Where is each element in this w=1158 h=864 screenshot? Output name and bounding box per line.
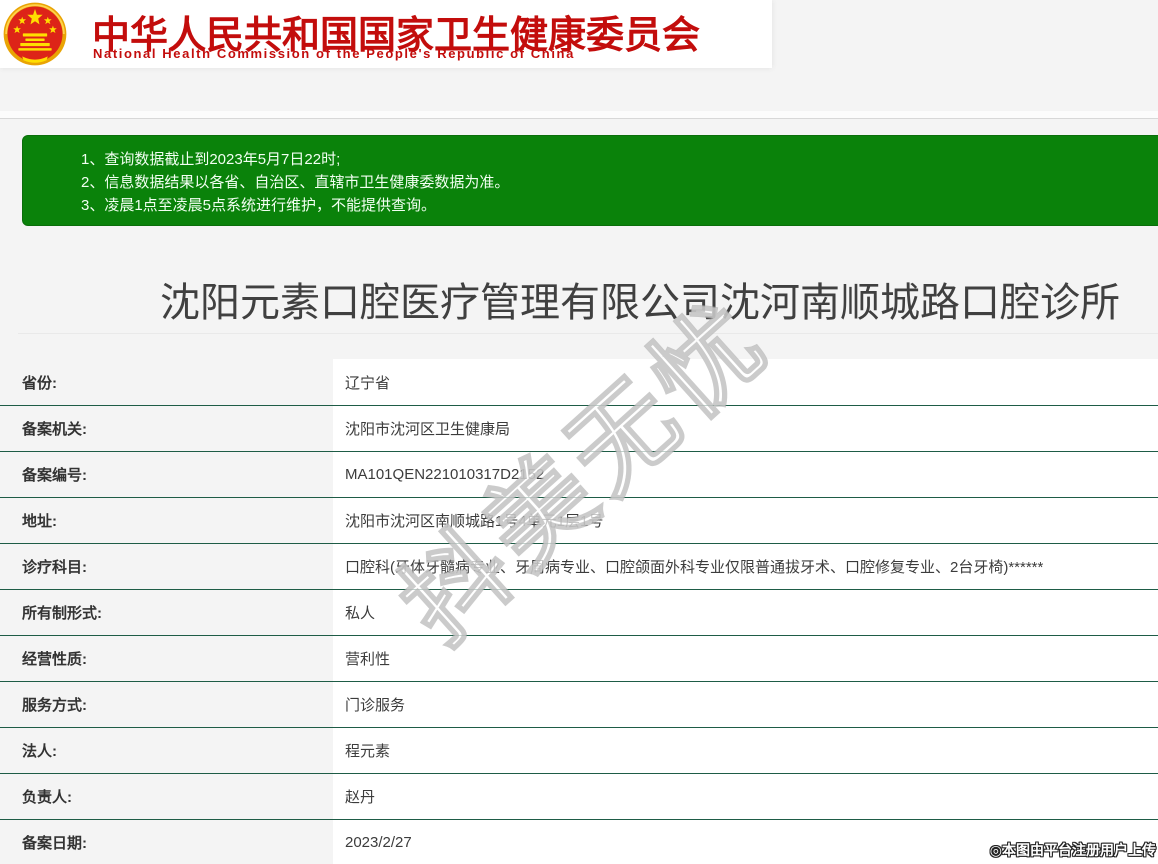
site-title-english: National Health Commission of the People… <box>93 46 575 61</box>
field-value: 门诊服务 <box>333 682 1158 727</box>
field-value: 辽宁省 <box>333 359 1158 405</box>
table-row-operating-nature: 经营性质: 营利性 <box>0 635 1158 681</box>
registration-info-table: 省份: 辽宁省 备案机关: 沈阳市沈河区卫生健康局 备案编号: MA101QEN… <box>0 359 1158 864</box>
field-label: 负责人: <box>0 774 333 819</box>
table-row-record-date: 备案日期: 2023/2/27 <box>0 819 1158 864</box>
table-row-record-authority: 备案机关: 沈阳市沈河区卫生健康局 <box>0 405 1158 451</box>
field-label: 法人: <box>0 728 333 773</box>
table-row-treatment-subjects: 诊疗科目: 口腔科(牙体牙髓病专业、牙周病专业、口腔颌面外科专业仅限普通拔牙术、… <box>0 543 1158 589</box>
field-value: 赵丹 <box>333 774 1158 819</box>
field-value: 沈阳市沈河区卫生健康局 <box>333 406 1158 451</box>
title-underline <box>18 333 1158 334</box>
field-label: 备案编号: <box>0 452 333 497</box>
field-label: 地址: <box>0 498 333 543</box>
table-row-ownership: 所有制形式: 私人 <box>0 589 1158 635</box>
field-value: 私人 <box>333 590 1158 635</box>
field-value: 营利性 <box>333 636 1158 681</box>
field-value: 程元素 <box>333 728 1158 773</box>
national-emblem-icon <box>3 2 67 66</box>
header-divider <box>0 111 1158 119</box>
table-row-person-in-charge: 负责人: 赵丹 <box>0 773 1158 819</box>
table-row-record-number: 备案编号: MA101QEN221010317D2152 <box>0 451 1158 497</box>
field-label: 备案机关: <box>0 406 333 451</box>
field-value: MA101QEN221010317D2152 <box>333 452 1158 497</box>
field-value: 沈阳市沈河区南顺城路1号4单元1层1号 <box>333 498 1158 543</box>
institution-name-title: 沈阳元素口腔医疗管理有限公司沈河南顺城路口腔诊所 <box>160 281 1120 325</box>
notice-line-2: 2、信息数据结果以各省、自治区、直辖市卫生健康委数据为准。 <box>81 174 510 191</box>
corner-watermark: ◎本图由平台注册用户上传 <box>989 842 1156 858</box>
table-row-address: 地址: 沈阳市沈河区南顺城路1号4单元1层1号 <box>0 497 1158 543</box>
field-value: 口腔科(牙体牙髓病专业、牙周病专业、口腔颌面外科专业仅限普通拔牙术、口腔修复专业… <box>333 544 1158 589</box>
table-row-service-mode: 服务方式: 门诊服务 <box>0 681 1158 727</box>
field-label: 诊疗科目: <box>0 544 333 589</box>
field-label: 备案日期: <box>0 820 333 864</box>
query-notice-box: 1、查询数据截止到2023年5月7日22时; 2、信息数据结果以各省、自治区、直… <box>22 135 1158 226</box>
field-label: 省份: <box>0 359 333 405</box>
notice-line-3: 3、凌晨1点至凌晨5点系统进行维护，不能提供查询。 <box>81 197 437 214</box>
field-label: 经营性质: <box>0 636 333 681</box>
field-label: 服务方式: <box>0 682 333 727</box>
table-row-legal-person: 法人: 程元素 <box>0 727 1158 773</box>
notice-line-1: 1、查询数据截止到2023年5月7日22时; <box>81 151 341 168</box>
field-label: 所有制形式: <box>0 590 333 635</box>
table-row-province: 省份: 辽宁省 <box>0 359 1158 405</box>
site-header: 中华人民共和国国家卫生健康委员会 National Health Commiss… <box>0 0 772 68</box>
page: 中华人民共和国国家卫生健康委员会 National Health Commiss… <box>0 0 1158 864</box>
